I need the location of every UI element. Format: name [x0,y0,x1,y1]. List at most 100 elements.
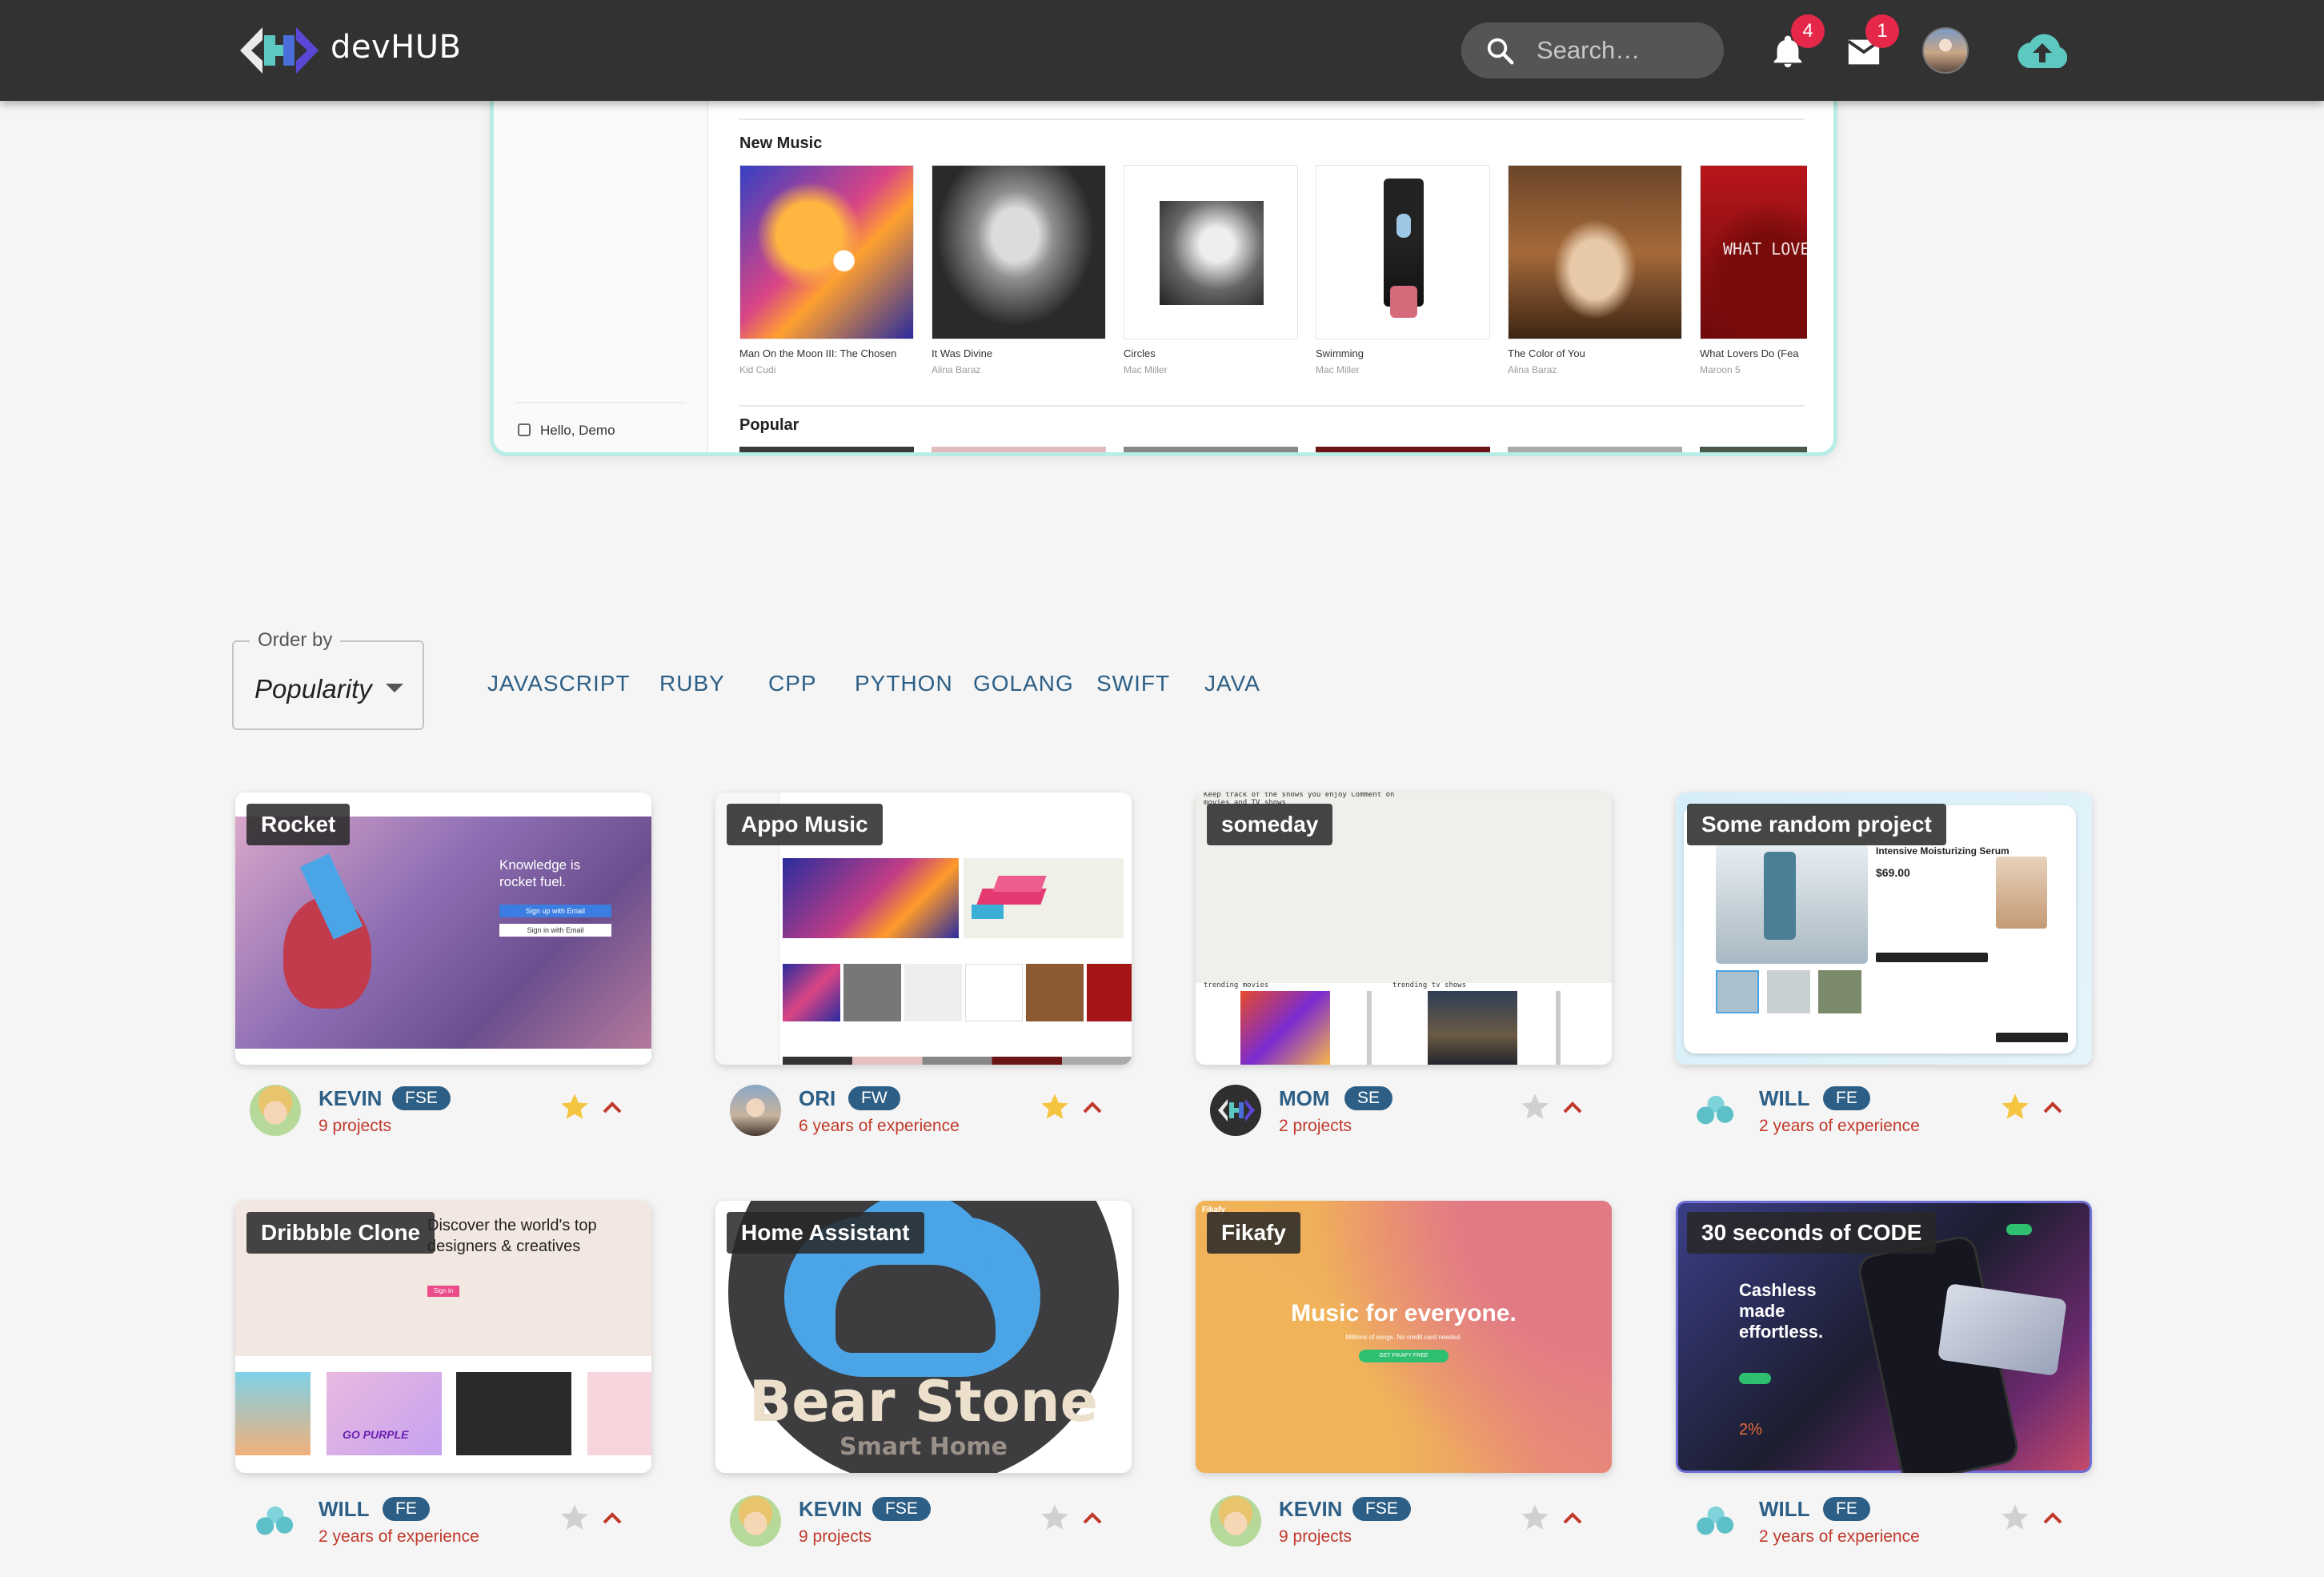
popular-heading: Popular [739,416,799,434]
chevron-up-icon[interactable] [1561,1507,1585,1531]
author-name[interactable]: KEVIN [1279,1497,1342,1522]
project-card[interactable]: Appo Music [715,793,1132,1065]
author-name[interactable]: WILL [1759,1497,1810,1522]
brand-name[interactable]: devHUB [331,29,461,66]
filter-python[interactable]: PYTHON [855,671,953,696]
author-avatar[interactable] [730,1495,781,1547]
project-preview-panel: Hello, Demo New Music Man On the Moon II… [490,77,1837,456]
filter-golang[interactable]: GOLANG [973,671,1074,696]
popular-strip [739,447,914,452]
album-artist: Alina Baraz [1508,364,1557,375]
cloud-upload-icon[interactable] [2013,29,2071,74]
dropdown-caret-icon [386,684,403,692]
star-icon[interactable] [1039,1091,1071,1123]
popular-strip [1700,447,1807,452]
album-cover [1316,165,1490,339]
author-avatar[interactable] [1210,1495,1261,1547]
chevron-up-icon[interactable] [2041,1096,2065,1120]
star-icon[interactable] [1039,1502,1071,1534]
chevron-up-icon[interactable] [1080,1507,1104,1531]
album-artist: Alina Baraz [932,364,981,375]
project-card[interactable]: Fikafy Music for everyone. Millions of s… [1196,1201,1612,1473]
filter-java[interactable]: JAVA [1204,671,1260,696]
project-card[interactable]: Keep track of the shows you enjoy Commen… [1196,793,1612,1065]
shot-button: Sign in [427,1286,459,1297]
album-title: Man On the Moon III: The Chosen [739,347,897,359]
star-icon[interactable] [1999,1091,2031,1123]
user-avatar[interactable] [1922,27,1969,74]
author-avatar[interactable] [250,1495,301,1547]
album-cover [932,165,1106,339]
chevron-up-icon[interactable] [1080,1096,1104,1120]
author-avatar[interactable] [1690,1495,1741,1547]
project-title: 30 seconds of CODE [1687,1212,1937,1254]
divider [739,118,1805,120]
order-by-select[interactable]: Order by Popularity [232,629,424,730]
author-name[interactable]: MOM [1279,1086,1330,1111]
author-subtitle: 9 projects [799,1527,872,1546]
author-name[interactable]: WILL [1759,1086,1810,1111]
chevron-up-icon[interactable] [2041,1507,2065,1531]
author-name[interactable]: KEVIN [319,1086,382,1111]
filter-swift[interactable]: SWIFT [1096,671,1170,696]
preview-user-greeting[interactable]: Hello, Demo [518,423,615,439]
album-cover [739,165,914,339]
album-artist: Mac Miller [1316,364,1360,375]
project-card[interactable]: Cashless made effortless. 2% 30 seconds … [1676,1201,2092,1473]
search-icon [1487,38,1514,65]
filter-cpp[interactable]: CPP [768,671,817,696]
sidebar-divider [515,402,686,403]
star-icon[interactable] [1999,1502,2031,1534]
author-name[interactable]: ORI [799,1086,835,1111]
shot-button: GET FIKAFY FREE [1359,1350,1448,1362]
author-avatar[interactable] [1210,1085,1261,1136]
author-avatar[interactable] [730,1085,781,1136]
popular-strip [1124,447,1298,452]
album-cover-text: WHAT LOVE [1723,239,1807,259]
author-avatar[interactable] [1690,1085,1741,1136]
star-icon[interactable] [559,1091,591,1123]
chevron-up-icon[interactable] [600,1507,624,1531]
project-title: Some random project [1687,804,1946,845]
author-name[interactable]: WILL [319,1497,370,1522]
project-meta: WILL FE 2 years of experience [1676,1487,2092,1551]
popular-strip [1316,447,1490,452]
filter-javascript[interactable]: JAVASCRIPT [487,671,631,696]
messages-button[interactable]: 1 [1838,14,1899,77]
notifications-button[interactable]: 4 [1762,14,1825,77]
star-icon[interactable] [559,1502,591,1534]
album-card[interactable]: It Was Divine Alina Baraz [932,165,1106,375]
album-card[interactable]: Swimming Mac Miller [1316,165,1490,375]
album-card[interactable]: WHAT LOVE What Lovers Do (Fea Maroon 5 [1700,165,1807,375]
search-box[interactable] [1461,22,1724,78]
shot-button: Sign in with Email [499,924,611,937]
search-input[interactable] [1537,22,1713,78]
project-card[interactable]: Bear Stone Smart Home Home Assistant [715,1201,1132,1473]
chevron-up-icon[interactable] [600,1096,624,1120]
author-subtitle: 2 years of experience [1759,1117,1920,1135]
shot-headline: Discover the world's top designers & cre… [427,1217,597,1255]
author-subtitle: 2 years of experience [1759,1527,1920,1546]
filter-ruby[interactable]: RUBY [659,671,725,696]
shot-label: trending movies [1204,981,1269,989]
album-card[interactable]: Circles Mac Miller [1124,165,1298,375]
project-card[interactable]: Discover the world's top designers & cre… [235,1201,651,1473]
star-icon[interactable] [1519,1502,1551,1534]
author-subtitle: 6 years of experience [799,1117,960,1135]
project-card[interactable]: Knowledge is rocket fuel. Sign up with E… [235,793,651,1065]
album-card[interactable]: Man On the Moon III: The Chosen Kid Cudi [739,165,914,375]
album-title: What Lovers Do (Fea [1700,347,1799,359]
project-meta: WILL FE 2 years of experience [1676,1077,2092,1141]
author-avatar[interactable] [250,1085,301,1136]
star-icon[interactable] [1519,1091,1551,1123]
project-meta: KEVIN FSE 9 projects [1196,1487,1612,1551]
author-role-badge: FE [1823,1086,1870,1110]
shot-headline: Knowledge is rocket fuel. [499,857,581,889]
author-name[interactable]: KEVIN [799,1497,862,1522]
devhub-logo-icon[interactable] [240,27,319,74]
project-card[interactable]: Intensive Moisturizing Serum $69.00 Some… [1676,793,2092,1065]
chevron-up-icon[interactable] [1561,1096,1585,1120]
album-card[interactable]: The Color of You Alina Baraz [1508,165,1682,375]
album-title: The Color of You [1508,347,1585,359]
shot-button: Sign up with Email [499,905,611,917]
